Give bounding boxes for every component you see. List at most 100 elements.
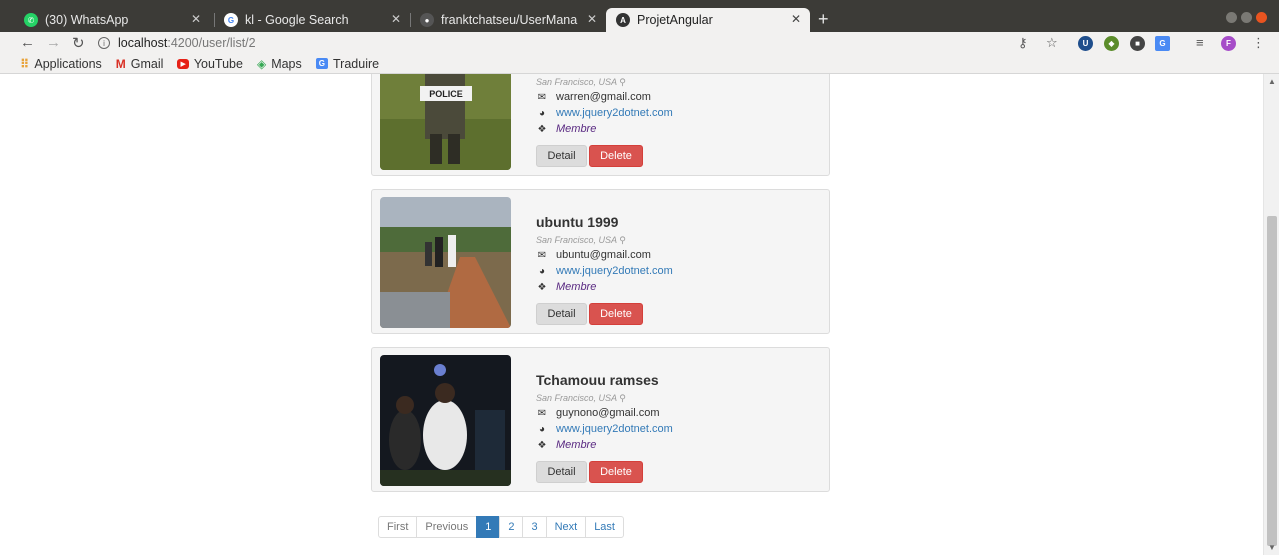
globe-icon: ◕: [538, 423, 546, 435]
reload-icon[interactable]: ↻: [72, 34, 85, 52]
bookmarks-bar: ⠿ Applications M Gmail ▶ YouTube ◈ Maps …: [0, 54, 1279, 74]
tab-google-search[interactable]: G kl - Google Search ✕: [214, 8, 410, 32]
url-path: :4200/user/list/2: [167, 36, 256, 50]
gift-icon: ❖: [537, 439, 547, 451]
pagination-last[interactable]: Last: [585, 516, 624, 538]
pagination-previous[interactable]: Previous: [416, 516, 478, 538]
close-tab-icon[interactable]: ✕: [191, 12, 201, 26]
extension-u-icon[interactable]: U: [1078, 36, 1093, 51]
key-icon[interactable]: ⚷: [1018, 35, 1028, 51]
delete-button[interactable]: Delete: [589, 145, 643, 167]
gmail-icon: M: [115, 56, 126, 71]
new-tab-icon[interactable]: +: [818, 9, 829, 30]
gift-icon: ❖: [537, 123, 547, 135]
whatsapp-icon: ✆: [24, 13, 38, 27]
user-card: POLICE San Francisco, USA ⚲ ✉ warren@gma…: [371, 74, 830, 176]
user-card: Tchamouu ramses San Francisco, USA ⚲ ✉ g…: [371, 347, 830, 492]
website-row: ◕ www.jquery2dotnet.com: [536, 265, 673, 277]
website-row: ◕ www.jquery2dotnet.com: [536, 107, 673, 119]
police-vest-text: POLICE: [429, 89, 463, 99]
user-email: guynono@gmail.com: [556, 407, 660, 419]
bookmark-label: YouTube: [193, 56, 243, 71]
bookmark-youtube[interactable]: ▶ YouTube: [177, 57, 243, 71]
close-tab-icon[interactable]: ✕: [587, 12, 597, 26]
bookmark-gmail[interactable]: M Gmail: [116, 57, 164, 71]
browser-tab-strip: ✆ (30) WhatsApp ✕ G kl - Google Search ✕…: [0, 0, 1279, 32]
site-info-icon[interactable]: i: [98, 37, 110, 49]
forward-arrow-icon[interactable]: →: [46, 34, 61, 51]
maps-icon: ◈: [256, 56, 267, 71]
user-location: San Francisco, USA ⚲: [536, 235, 626, 246]
user-card: ubuntu 1999 San Francisco, USA ⚲ ✉ ubunt…: [371, 189, 830, 334]
user-photo: POLICE: [380, 74, 511, 170]
pagination-page-3[interactable]: 3: [522, 516, 547, 538]
location-text: San Francisco, USA: [536, 393, 617, 403]
page-content: POLICE San Francisco, USA ⚲ ✉ warren@gma…: [0, 74, 1263, 555]
pagination-page-1[interactable]: 1: [476, 516, 501, 538]
bookmark-label: Maps: [271, 56, 302, 71]
tab-projet-angular[interactable]: A ProjetAngular ✕: [606, 8, 810, 32]
bookmark-label: Gmail: [130, 56, 164, 71]
location-text: San Francisco, USA: [536, 235, 617, 245]
pagination-first[interactable]: First: [378, 516, 418, 538]
scroll-up-arrow-icon[interactable]: ▲: [1268, 77, 1276, 86]
youtube-icon: ▶: [177, 58, 189, 69]
email-row: ✉ guynono@gmail.com: [536, 407, 660, 419]
detail-button[interactable]: Detail: [536, 145, 587, 167]
user-website-link[interactable]: www.jquery2dotnet.com: [556, 423, 673, 435]
user-name: ubuntu 1999: [536, 214, 619, 230]
pagination-next[interactable]: Next: [545, 516, 587, 538]
location-text: San Francisco, USA: [536, 77, 617, 87]
detail-button[interactable]: Detail: [536, 461, 587, 483]
user-website-link[interactable]: www.jquery2dotnet.com: [556, 265, 673, 277]
extension-box-icon[interactable]: ■: [1130, 36, 1145, 51]
pagination: First Previous 1 2 3 Next Last: [378, 516, 624, 538]
scroll-down-arrow-icon[interactable]: ▼: [1268, 543, 1276, 552]
tab-title: franktchatseu/UserMana: [441, 13, 578, 27]
gift-icon: ❖: [537, 281, 547, 293]
user-role: Membre: [556, 123, 597, 135]
profile-avatar-icon[interactable]: F: [1221, 36, 1236, 51]
url-input[interactable]: i localhost:4200/user/list/2: [98, 35, 998, 51]
map-marker-icon: ⚲: [619, 393, 626, 403]
bookmark-applications[interactable]: ⠿ Applications: [20, 57, 102, 71]
tab-title: kl - Google Search: [245, 13, 349, 27]
detail-button[interactable]: Detail: [536, 303, 587, 325]
role-row: ❖ Membre: [536, 439, 597, 451]
role-row: ❖ Membre: [536, 123, 597, 135]
minimize-window-icon[interactable]: [1226, 12, 1237, 23]
delete-button[interactable]: Delete: [589, 303, 643, 325]
page-scrollbar[interactable]: ▲ ▼: [1263, 74, 1279, 555]
menu-kebab-icon[interactable]: ⋮: [1252, 35, 1265, 51]
google-icon: G: [224, 13, 238, 27]
close-tab-icon[interactable]: ✕: [791, 12, 801, 26]
user-email: ubuntu@gmail.com: [556, 249, 651, 261]
extension-translate-icon[interactable]: G: [1155, 36, 1170, 51]
bookmark-traduire[interactable]: G Traduire: [315, 56, 380, 71]
envelope-icon: ✉: [537, 407, 547, 419]
tab-whatsapp[interactable]: ✆ (30) WhatsApp ✕: [14, 8, 210, 32]
bookmark-label: Traduire: [333, 56, 380, 71]
angular-icon: A: [616, 13, 630, 27]
pagination-page-2[interactable]: 2: [499, 516, 524, 538]
delete-button[interactable]: Delete: [589, 461, 643, 483]
close-tab-icon[interactable]: ✕: [391, 12, 401, 26]
user-photo: [380, 197, 511, 328]
globe-icon: ◕: [538, 265, 546, 277]
map-marker-icon: ⚲: [619, 77, 626, 87]
translate-icon: G: [315, 58, 328, 69]
user-name: Tchamouu ramses: [536, 372, 659, 388]
user-location: San Francisco, USA ⚲: [536, 77, 626, 88]
close-window-icon[interactable]: [1256, 12, 1267, 23]
maximize-window-icon[interactable]: [1241, 12, 1252, 23]
extension-globe-icon[interactable]: ◆: [1104, 36, 1119, 51]
globe-icon: ◕: [538, 107, 546, 119]
bookmark-maps[interactable]: ◈ Maps: [257, 57, 302, 71]
reading-list-icon[interactable]: ≡: [1196, 35, 1204, 50]
bookmark-star-icon[interactable]: ☆: [1046, 35, 1058, 51]
tab-github[interactable]: ● franktchatseu/UserMana ✕: [410, 8, 606, 32]
user-website-link[interactable]: www.jquery2dotnet.com: [556, 107, 673, 119]
bookmark-label: Applications: [34, 56, 102, 71]
scrollbar-thumb[interactable]: [1267, 216, 1277, 546]
back-arrow-icon[interactable]: ←: [20, 34, 35, 51]
